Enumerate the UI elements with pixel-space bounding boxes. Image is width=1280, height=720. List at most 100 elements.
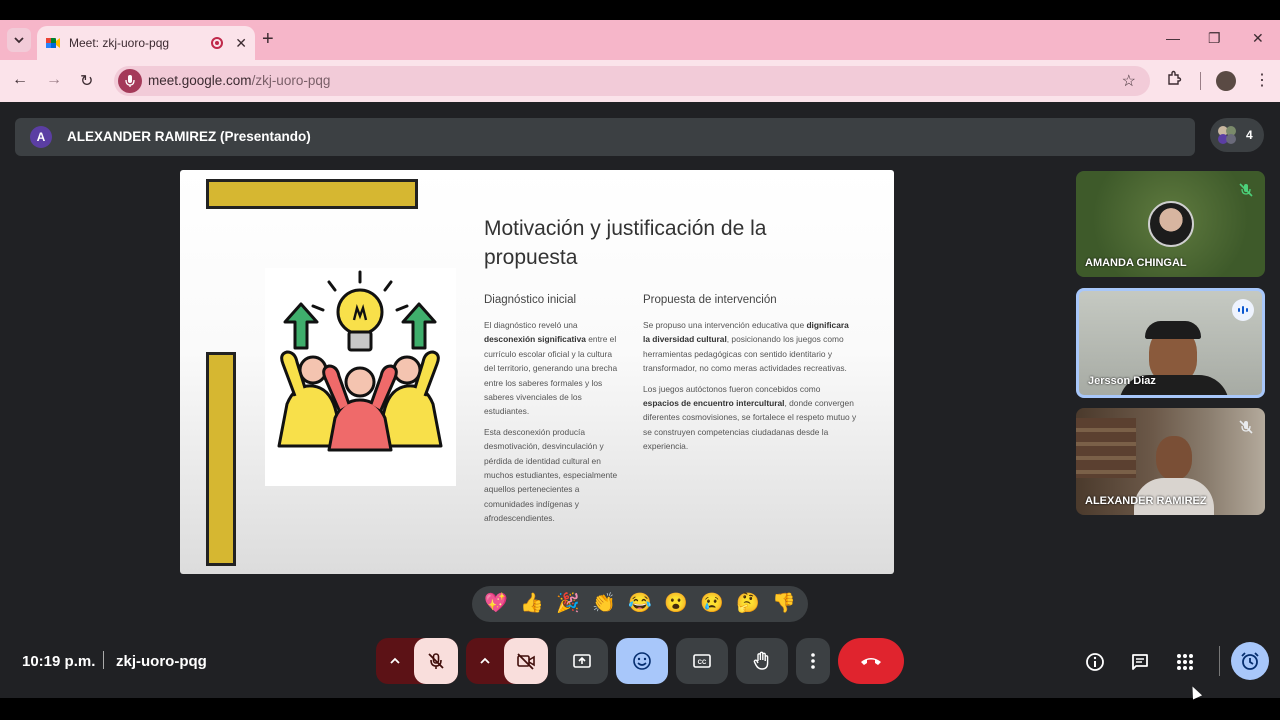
reaction-surprised[interactable]: 😮	[664, 593, 688, 615]
presenter-bar: A ALEXANDER RAMIREZ (Presentando)	[15, 118, 1195, 156]
participant-name: AMANDA CHINGAL	[1085, 257, 1187, 269]
mic-off-icon	[1235, 179, 1257, 201]
column-paragraph: El diagnóstico reveló una desconexión si…	[484, 320, 618, 417]
camera-options-button[interactable]	[466, 638, 504, 684]
back-arrow-icon[interactable]: ←	[12, 71, 28, 89]
participant-tile-jersson[interactable]: Jersson Diaz	[1076, 288, 1265, 398]
browser-menu-icon[interactable]: ⋮	[1254, 70, 1270, 90]
speaking-indicator-icon	[1232, 299, 1254, 321]
alarm-clock-icon	[1241, 652, 1259, 670]
raise-hand-icon	[753, 651, 769, 670]
column-heading: Propuesta de intervención	[643, 294, 777, 306]
chat-button[interactable]	[1129, 651, 1151, 673]
more-vertical-icon	[811, 653, 815, 669]
reaction-sad[interactable]: 😢	[700, 593, 724, 615]
url-text: meet.google.com/zkj-uoro-pqg	[148, 73, 331, 88]
presenter-avatar: A	[30, 126, 52, 148]
screen: Meet: zkj-uoro-pqg ✕ + — ❐ ✕ ← → ↻ meet.…	[0, 0, 1280, 720]
presenter-label: ALEXANDER RAMIREZ (Presentando)	[67, 129, 311, 144]
raise-hand-button[interactable]	[736, 638, 788, 684]
present-screen-button[interactable]	[556, 638, 608, 684]
reaction-thumbs-down[interactable]: 👎	[772, 593, 796, 615]
svg-text:CC: CC	[698, 660, 707, 666]
browser-tab-bar: Meet: zkj-uoro-pqg ✕ + — ❐ ✕	[0, 20, 1280, 60]
mic-off-icon	[428, 653, 444, 669]
more-options-button[interactable]	[796, 638, 830, 684]
meeting-details-button[interactable]	[1084, 651, 1106, 673]
mic-options-button[interactable]	[376, 638, 414, 684]
footer-divider	[103, 651, 104, 669]
participant-tile-amanda[interactable]: AMANDA CHINGAL	[1076, 171, 1265, 277]
minimize-icon[interactable]: —	[1166, 30, 1180, 46]
column-paragraph: Los juegos autóctonos fueron concebidos …	[643, 383, 857, 452]
tab-search-button[interactable]	[7, 28, 31, 52]
participant-count: 4	[1246, 128, 1253, 142]
google-meet-icon	[45, 35, 61, 51]
clock-time: 10:19 p.m.	[22, 653, 96, 670]
closed-captions-icon: CC	[693, 654, 711, 668]
reaction-laugh[interactable]: 😂	[628, 593, 652, 615]
participant-count-button[interactable]: 4	[1210, 118, 1264, 152]
column-heading: Diagnóstico inicial	[484, 294, 577, 306]
bookmark-star-icon[interactable]: ☆	[1122, 71, 1136, 91]
microphone-active-icon[interactable]	[118, 69, 142, 93]
reactions-button[interactable]	[616, 638, 668, 684]
browser-toolbar: ← → ↻ meet.google.com/zkj-uoro-pqg ☆ ⋮	[0, 60, 1280, 102]
smiley-icon	[633, 652, 651, 670]
chevron-down-icon	[14, 37, 24, 44]
close-tab-icon[interactable]: ✕	[235, 35, 247, 52]
participant-tile-alexander[interactable]: ALEXANDER RAMIREZ	[1076, 408, 1265, 515]
forward-arrow-icon[interactable]: →	[46, 71, 62, 89]
captions-button[interactable]: CC	[676, 638, 728, 684]
browser-tab-meet[interactable]: Meet: zkj-uoro-pqg ✕	[37, 26, 255, 60]
avatar	[1148, 201, 1194, 247]
profile-avatar[interactable]	[1216, 71, 1236, 91]
slide-column-propuesta: Propuesta de intervención Se propuso una…	[643, 294, 857, 460]
recording-icon	[211, 37, 224, 49]
new-tab-button[interactable]: +	[262, 29, 274, 49]
camera-toggle-button[interactable]	[504, 638, 548, 684]
address-bar[interactable]: meet.google.com/zkj-uoro-pqg ☆	[114, 66, 1150, 96]
video-face	[1156, 436, 1192, 480]
hang-up-icon	[861, 658, 881, 665]
extensions-puzzle-icon[interactable]	[1166, 70, 1182, 91]
column-paragraph: Se propuso una intervención educativa qu…	[643, 320, 849, 374]
chevron-up-icon	[480, 657, 490, 664]
tab-title: Meet: zkj-uoro-pqg	[69, 36, 170, 50]
slide-illustration	[265, 268, 456, 486]
apps-grid-icon	[1177, 654, 1193, 670]
timer-button[interactable]	[1231, 642, 1269, 680]
chevron-up-icon	[390, 657, 400, 664]
restore-icon[interactable]: ❐	[1208, 30, 1221, 47]
reaction-clap[interactable]: 👏	[592, 593, 616, 615]
mic-off-icon	[1235, 416, 1257, 438]
reaction-heart[interactable]: 💖	[484, 593, 508, 615]
camera-off-icon	[517, 653, 535, 670]
participant-name: ALEXANDER RAMIREZ	[1085, 495, 1207, 507]
info-icon	[1086, 653, 1104, 671]
footer-right-divider	[1219, 646, 1220, 676]
present-screen-icon	[573, 654, 591, 668]
meet-stage: A ALEXANDER RAMIREZ (Presentando) 4 Moti…	[0, 102, 1280, 698]
slide-decor-bar-top	[206, 179, 418, 209]
reaction-thinking[interactable]: 🤔	[736, 593, 760, 615]
activities-button[interactable]	[1174, 651, 1196, 673]
video-cap	[1145, 321, 1201, 339]
presentation-slide: Motivación y justificación de la propues…	[180, 170, 894, 574]
meeting-code: zkj-uoro-pqg	[116, 653, 207, 670]
reaction-party[interactable]: 🎉	[556, 593, 580, 615]
leave-call-button[interactable]	[838, 638, 904, 684]
participant-name: Jersson Diaz	[1088, 375, 1156, 387]
participants-avatars-icon	[1218, 126, 1236, 144]
column-paragraph: Esta desconexión producía desmotivación,…	[484, 426, 618, 524]
close-window-icon[interactable]: ✕	[1252, 30, 1264, 47]
mic-toggle-button[interactable]	[414, 638, 458, 684]
reactions-bar: 💖 👍 🎉 👏 😂 😮 😢 🤔 👎	[472, 586, 808, 622]
lightbulb-teamwork-icon	[277, 270, 443, 452]
slide-decor-bar-side	[206, 352, 236, 566]
reaction-thumbs-up[interactable]: 👍	[520, 593, 544, 615]
toolbar-divider	[1200, 72, 1201, 90]
reload-icon[interactable]: ↻	[80, 71, 93, 91]
video-shelf	[1076, 418, 1136, 478]
slide-column-diagnostico: Diagnóstico inicial El diagnóstico revel…	[484, 294, 624, 532]
